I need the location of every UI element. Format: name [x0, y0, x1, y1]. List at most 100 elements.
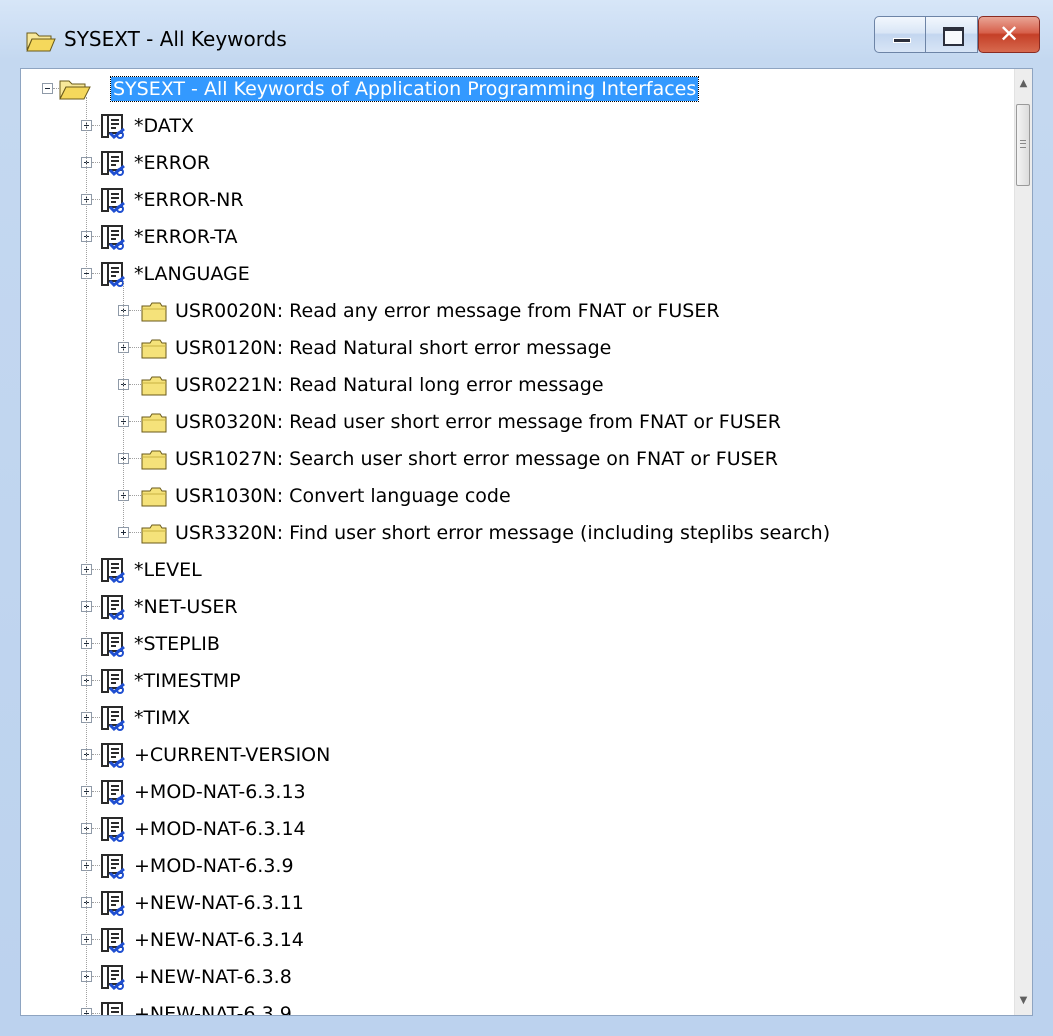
tree-subitem-label[interactable]: USR3320N: Find user short error message …	[175, 521, 830, 545]
tree-subitem-label[interactable]: USR0020N: Read any error message from FN…	[175, 299, 720, 323]
tree-connector	[92, 643, 100, 644]
tree-subitem-label[interactable]: USR1030N: Convert language code	[175, 484, 511, 508]
minimize-button[interactable]	[874, 16, 926, 53]
tree-item-label[interactable]: +MOD-NAT-6.3.14	[134, 817, 306, 841]
tree-connector	[92, 902, 100, 903]
tree-connector	[92, 828, 100, 829]
tree-subitem-row[interactable]: USR1030N: Convert language code	[21, 478, 1015, 515]
tree-subitem-row[interactable]: USR0020N: Read any error message from FN…	[21, 293, 1015, 330]
scroll-down-arrow-icon[interactable]: ▼	[1015, 992, 1032, 1009]
open-folder-icon	[26, 32, 56, 52]
tree-connector	[92, 1013, 100, 1014]
tree-subitem-row[interactable]: USR1027N: Search user short error messag…	[21, 441, 1015, 478]
tree-root-label[interactable]: SYSEXT - All Keywords of Application Pro…	[109, 76, 700, 102]
tree-item-row[interactable]: *ERROR-NR	[21, 182, 1015, 219]
folder-icon	[141, 339, 167, 359]
tree-subitem-label[interactable]: USR1027N: Search user short error messag…	[175, 447, 778, 471]
maximize-button[interactable]	[926, 16, 978, 53]
tree-item-label[interactable]: +CURRENT-VERSION	[134, 743, 330, 767]
scroll-thumb[interactable]	[1016, 104, 1030, 186]
tree-item-row[interactable]: *TIMESTMP	[21, 663, 1015, 700]
tree-item-row[interactable]: +NEW-NAT-6.3.8	[21, 959, 1015, 996]
keyword-document-icon	[101, 817, 125, 843]
tree-view-container: SYSEXT - All Keywords of Application Pro…	[20, 68, 1033, 1016]
tree-item-row[interactable]: *ERROR-TA	[21, 219, 1015, 256]
tree-item-row[interactable]: *TIMX	[21, 700, 1015, 737]
tree-item-label[interactable]: +NEW-NAT-6.3.9	[134, 1002, 292, 1015]
keyword-document-icon	[101, 854, 125, 880]
tree-connector	[129, 421, 141, 422]
tree-connector	[92, 754, 100, 755]
keyword-document-icon	[101, 965, 125, 991]
tree-connector	[92, 569, 100, 570]
tree-subitem-label[interactable]: USR0320N: Read user short error message …	[175, 410, 781, 434]
tree-connector	[129, 532, 141, 533]
tree-item-row[interactable]: +MOD-NAT-6.3.14	[21, 811, 1015, 848]
tree-connector	[123, 282, 124, 527]
tree-connector	[92, 236, 100, 237]
folder-icon	[141, 487, 167, 507]
keyword-document-icon	[101, 780, 125, 806]
keyword-document-icon	[101, 558, 125, 584]
tree-item-label[interactable]: *NET-USER	[134, 595, 238, 619]
tree-item-label[interactable]: *TIMX	[134, 706, 190, 730]
tree-item-label[interactable]: *ERROR-TA	[134, 225, 238, 249]
tree-connector	[129, 458, 141, 459]
tree-item-label[interactable]: +NEW-NAT-6.3.11	[134, 891, 304, 915]
tree-subitem-row[interactable]: USR3320N: Find user short error message …	[21, 515, 1015, 552]
tree-item-label[interactable]: *TIMESTMP	[134, 669, 241, 693]
tree-item-label[interactable]: *LEVEL	[134, 558, 202, 582]
keyword-document-icon	[101, 706, 125, 732]
tree-item-label[interactable]: +NEW-NAT-6.3.14	[134, 928, 304, 952]
tree-item-row[interactable]: *STEPLIB	[21, 626, 1015, 663]
tree-item-row[interactable]: +NEW-NAT-6.3.11	[21, 885, 1015, 922]
tree-subitem-row[interactable]: USR0120N: Read Natural short error messa…	[21, 330, 1015, 367]
tree-subitem-label[interactable]: USR0120N: Read Natural short error messa…	[175, 336, 611, 360]
tree-connector	[92, 976, 100, 977]
folder-icon	[141, 302, 167, 322]
tree-item-row[interactable]: *NET-USER	[21, 589, 1015, 626]
tree-connector	[92, 606, 100, 607]
tree-connector	[92, 939, 100, 940]
tree-connector	[92, 162, 100, 163]
tree-item-row[interactable]: +MOD-NAT-6.3.13	[21, 774, 1015, 811]
maximize-icon	[943, 27, 964, 46]
tree-connector	[92, 717, 100, 718]
tree-item-row[interactable]: +NEW-NAT-6.3.14	[21, 922, 1015, 959]
vertical-scrollbar[interactable]: ▲ ▼	[1014, 69, 1032, 1015]
tree-connector	[86, 97, 87, 1015]
tree-connector	[92, 680, 100, 681]
tree-item-label[interactable]: *LANGUAGE	[134, 262, 250, 286]
tree-item-row[interactable]: *ERROR	[21, 145, 1015, 182]
grip-icon	[1020, 140, 1026, 148]
tree-item-label[interactable]: +NEW-NAT-6.3.8	[134, 965, 292, 989]
keyword-tree[interactable]: SYSEXT - All Keywords of Application Pro…	[21, 69, 1015, 1015]
tree-item-label[interactable]: *DATX	[134, 114, 194, 138]
scroll-up-arrow-icon[interactable]: ▲	[1015, 75, 1032, 92]
collapse-toggle-icon[interactable]	[42, 83, 53, 94]
tree-item-label[interactable]: *ERROR-NR	[134, 188, 244, 212]
tree-connector	[129, 384, 141, 385]
tree-item-label[interactable]: +MOD-NAT-6.3.9	[134, 854, 294, 878]
keyword-document-icon	[101, 151, 125, 177]
tree-item-label[interactable]: *STEPLIB	[134, 632, 220, 656]
tree-item-row[interactable]: *LEVEL	[21, 552, 1015, 589]
tree-item-label[interactable]: *ERROR	[134, 151, 210, 175]
tree-item-row[interactable]: *LANGUAGE	[21, 256, 1015, 293]
folder-icon	[141, 413, 167, 433]
minimize-icon	[893, 38, 911, 43]
tree-item-row[interactable]: +MOD-NAT-6.3.9	[21, 848, 1015, 885]
close-button[interactable]: ✕	[978, 16, 1040, 53]
tree-item-row[interactable]: +NEW-NAT-6.3.9	[21, 996, 1015, 1015]
tree-item-row[interactable]: *DATX	[21, 108, 1015, 145]
tree-item-label[interactable]: +MOD-NAT-6.3.13	[134, 780, 306, 804]
tree-subitem-row[interactable]: USR0320N: Read user short error message …	[21, 404, 1015, 441]
tree-root-row[interactable]: SYSEXT - All Keywords of Application Pro…	[21, 71, 1015, 108]
folder-icon	[141, 450, 167, 470]
tree-connector	[129, 347, 141, 348]
tree-subitem-label[interactable]: USR0221N: Read Natural long error messag…	[175, 373, 604, 397]
folder-icon	[141, 376, 167, 396]
expand-toggle-icon[interactable]	[118, 527, 129, 538]
tree-item-row[interactable]: +CURRENT-VERSION	[21, 737, 1015, 774]
tree-subitem-row[interactable]: USR0221N: Read Natural long error messag…	[21, 367, 1015, 404]
